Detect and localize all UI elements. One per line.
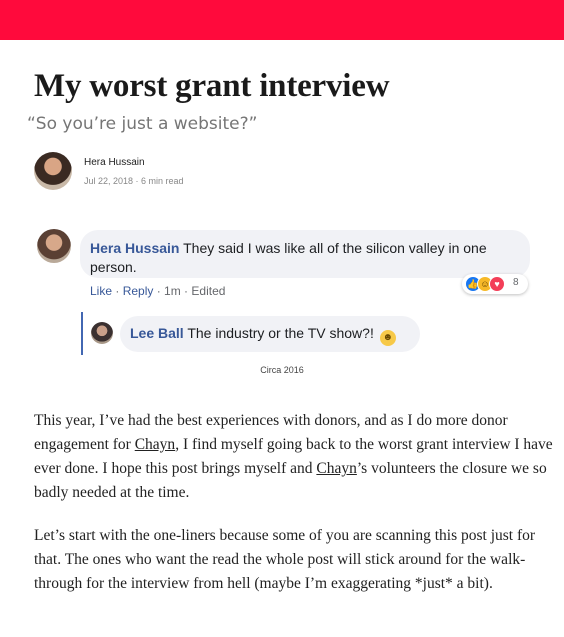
reactions-summary: 👍 ☺ ♥ 8 — [462, 274, 528, 294]
article-meta: Jul 22, 2018 · 6 min read — [84, 176, 184, 186]
paragraph-1: This year, I’ve had the best experiences… — [34, 412, 553, 501]
comment-author: Hera Hussain — [90, 240, 180, 256]
top-bar — [0, 0, 564, 40]
reply-body: The industry or the TV show?! — [187, 325, 374, 341]
image-caption: Circa 2016 — [260, 365, 304, 375]
comment-actions: Like · Reply · 1m · Edited — [90, 284, 226, 298]
article-subtitle: “So you’re just a website?” — [27, 114, 258, 134]
comment-avatar — [37, 229, 71, 263]
reaction-count: 8 — [513, 277, 519, 288]
comment-text: Hera Hussain They said I was like all of… — [90, 239, 520, 277]
reply-author: Lee Ball — [130, 325, 184, 341]
chayn-link-2[interactable]: Chayn — [316, 460, 356, 477]
comment-time: 1m — [164, 284, 181, 298]
article-title: My worst grant interview — [34, 68, 390, 104]
reply-link[interactable]: Reply — [123, 284, 154, 298]
edited-label: Edited — [191, 284, 226, 298]
grinning-emoji-icon: ☻ — [379, 330, 396, 346]
reply-thread-line — [81, 312, 83, 355]
like-link[interactable]: Like — [90, 284, 112, 298]
reply-text: Lee Ball The industry or the TV show?! ☻ — [130, 325, 396, 346]
paragraph-2: Let’s start with the one-liners because … — [34, 527, 536, 592]
author-name[interactable]: Hera Hussain — [84, 157, 145, 168]
chayn-link-1[interactable]: Chayn — [135, 436, 175, 453]
author-avatar[interactable] — [34, 152, 72, 190]
love-icon: ♥ — [489, 276, 505, 292]
reply-avatar — [91, 322, 113, 344]
